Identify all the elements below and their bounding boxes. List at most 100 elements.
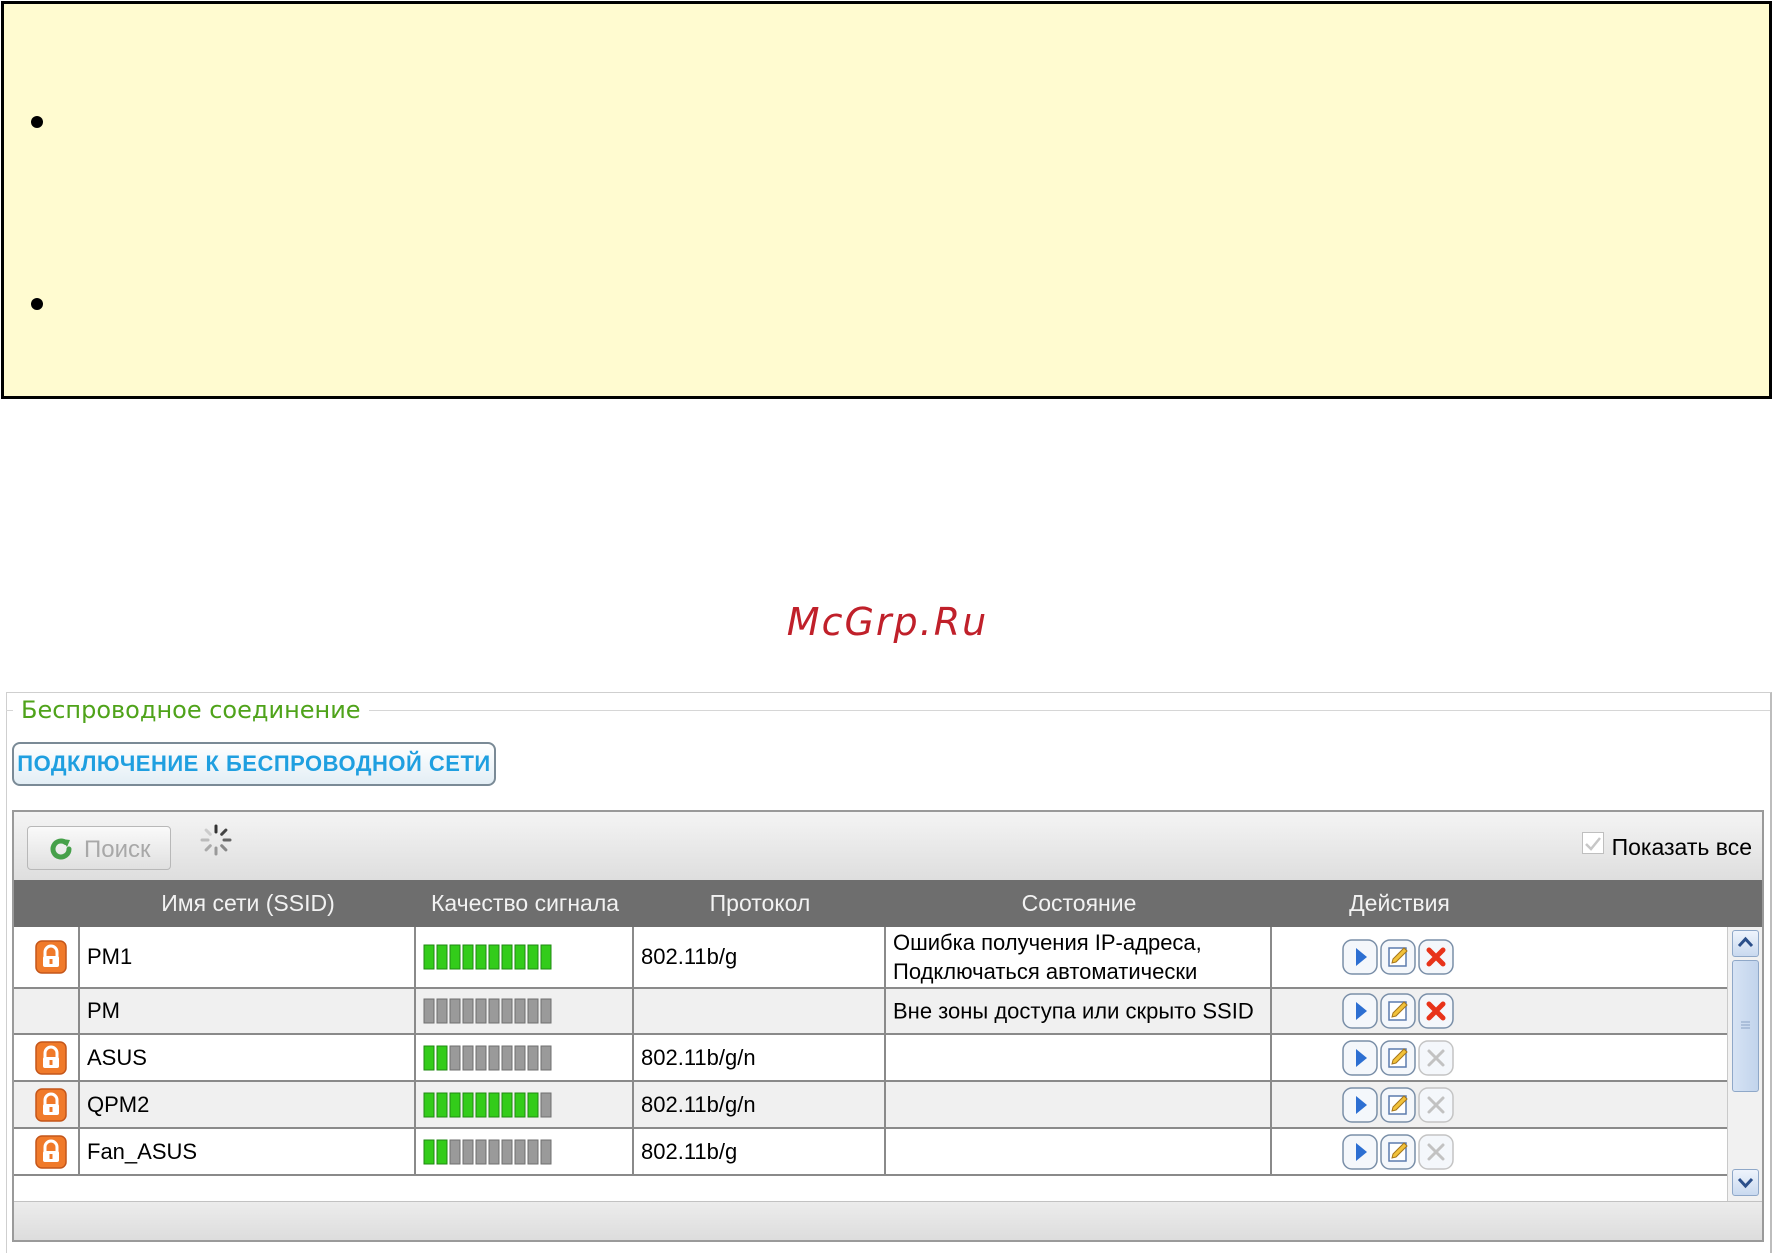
scroll-down-button[interactable] bbox=[1732, 1169, 1759, 1196]
state-text: Ошибка получения IP-адреса, Подключаться … bbox=[893, 928, 1202, 986]
table-row[interactable]: PM1 802.11b/g Ошибка получения IP-адреса, П… bbox=[14, 927, 1727, 989]
column-header-signal[interactable]: Качество сигнала bbox=[416, 880, 634, 927]
scroll-up-button[interactable] bbox=[1732, 930, 1759, 957]
lock-icon bbox=[35, 1134, 67, 1169]
actions-cell bbox=[1272, 1035, 1527, 1080]
scroll-thumb[interactable] bbox=[1732, 960, 1759, 1092]
protocol-text: 802.11b/g bbox=[641, 1138, 738, 1164]
edit-icon[interactable] bbox=[1380, 1086, 1416, 1123]
signal-bar bbox=[475, 944, 487, 970]
ssid-cell: Fan_ASUS bbox=[80, 1129, 416, 1174]
play-icon[interactable] bbox=[1342, 1039, 1378, 1076]
signal-bar bbox=[423, 998, 435, 1024]
signal-bar bbox=[514, 1139, 526, 1164]
signal-bar bbox=[527, 1092, 539, 1117]
lock-cell bbox=[14, 1082, 80, 1127]
signal-cell bbox=[416, 1082, 634, 1127]
column-header-protocol[interactable]: Протокол bbox=[634, 880, 886, 927]
delete-icon[interactable] bbox=[1418, 993, 1454, 1029]
column-header-actions: Действия bbox=[1349, 890, 1450, 916]
signal-meter bbox=[423, 1045, 552, 1070]
column-header-state[interactable]: Состояние bbox=[886, 880, 1272, 927]
signal-bar bbox=[501, 1139, 513, 1164]
signal-bar bbox=[514, 1092, 526, 1117]
protocol-text: 802.11b/g bbox=[641, 944, 738, 969]
signal-bar bbox=[436, 1045, 448, 1070]
signal-bar bbox=[540, 998, 552, 1024]
lock-cell bbox=[14, 1035, 80, 1080]
state-cell bbox=[886, 1035, 1272, 1080]
signal-bar bbox=[488, 998, 500, 1024]
signal-bar bbox=[475, 1045, 487, 1070]
lock-cell bbox=[14, 927, 80, 987]
checkmark-icon bbox=[1584, 837, 1601, 851]
chevron-up-icon bbox=[1737, 936, 1754, 948]
signal-bar bbox=[514, 998, 526, 1024]
edit-icon[interactable] bbox=[1380, 1039, 1416, 1076]
protocol-cell bbox=[634, 989, 886, 1033]
vertical-scrollbar[interactable] bbox=[1727, 927, 1762, 1201]
signal-bar bbox=[436, 1092, 448, 1117]
ssid-cell: ASUS bbox=[80, 1035, 416, 1080]
signal-bar bbox=[488, 1045, 500, 1070]
signal-meter bbox=[423, 998, 552, 1024]
signal-bar bbox=[501, 1045, 513, 1070]
signal-meter bbox=[423, 1139, 552, 1164]
show-all-option[interactable]: Показать все bbox=[1581, 832, 1752, 862]
play-icon[interactable] bbox=[1342, 939, 1378, 975]
state-line: Вне зоны доступа или скрыто SSID bbox=[893, 998, 1254, 1024]
protocol-cell: 802.11b/g bbox=[634, 927, 886, 987]
show-all-label: Показать все bbox=[1611, 833, 1752, 860]
state-cell bbox=[886, 1082, 1272, 1127]
table-row[interactable]: Fan_ASUS 802.11b/g bbox=[14, 1129, 1727, 1176]
actions-cell bbox=[1272, 927, 1527, 987]
edit-icon[interactable] bbox=[1380, 993, 1416, 1029]
ssid-text: PM1 bbox=[87, 944, 133, 969]
show-all-checkbox[interactable] bbox=[1581, 832, 1604, 854]
grid-footer bbox=[14, 1201, 1762, 1240]
signal-bar bbox=[462, 1139, 474, 1164]
protocol-cell: 802.11b/g bbox=[634, 1129, 886, 1174]
signal-bar bbox=[488, 944, 500, 970]
signal-bar bbox=[527, 944, 539, 970]
play-icon[interactable] bbox=[1342, 993, 1378, 1029]
play-icon[interactable] bbox=[1342, 1086, 1378, 1123]
bullet-marker-2 bbox=[31, 298, 43, 310]
panel-legend: Беспроводное соединение bbox=[13, 696, 369, 724]
table-row[interactable]: QPM2 802.11b/g/n bbox=[14, 1082, 1727, 1129]
table-row[interactable]: ASUS 802.11b/g/n bbox=[14, 1035, 1727, 1082]
connect-wireless-button[interactable]: ПОДКЛЮЧЕНИЕ К БЕСПРОВОДНОЙ СЕТИ bbox=[12, 742, 496, 786]
signal-bar bbox=[540, 1092, 552, 1117]
ssid-text: ASUS bbox=[87, 1044, 147, 1070]
signal-bar bbox=[475, 998, 487, 1024]
signal-bar bbox=[449, 998, 461, 1024]
signal-cell bbox=[416, 1035, 634, 1080]
delete-icon[interactable] bbox=[1418, 939, 1454, 975]
table-row[interactable]: PM Вне зоны доступа или скрыто SSID bbox=[14, 989, 1727, 1035]
grip-icon bbox=[1741, 1021, 1750, 1029]
signal-bar bbox=[449, 1139, 461, 1164]
play-icon[interactable] bbox=[1342, 1133, 1378, 1170]
note-box bbox=[1, 1, 1772, 399]
delete-icon bbox=[1418, 1086, 1454, 1123]
state-line: Подключаться автоматически bbox=[893, 959, 1198, 984]
lock-icon bbox=[35, 1087, 67, 1122]
signal-bar bbox=[462, 1045, 474, 1070]
signal-bar bbox=[514, 1045, 526, 1070]
search-button[interactable]: Поиск bbox=[27, 826, 171, 870]
signal-bar bbox=[449, 1045, 461, 1070]
ssid-text: QPM2 bbox=[87, 1091, 150, 1117]
signal-bar bbox=[423, 1092, 435, 1117]
grid-toolbar: Поиск Показать все bbox=[14, 812, 1762, 880]
edit-icon[interactable] bbox=[1380, 1133, 1416, 1170]
signal-bar bbox=[527, 998, 539, 1024]
lock-icon bbox=[35, 1040, 67, 1075]
edit-icon[interactable] bbox=[1380, 939, 1416, 975]
refresh-icon bbox=[50, 838, 72, 860]
signal-bar bbox=[462, 944, 474, 970]
column-header-ssid[interactable]: Имя сети (SSID) bbox=[80, 880, 416, 927]
networks-grid: Поиск Показать все Имя сети (SSID) Качес… bbox=[12, 810, 1764, 1242]
delete-icon bbox=[1418, 1133, 1454, 1170]
ssid-text: PM bbox=[87, 998, 120, 1023]
ssid-cell: PM bbox=[80, 989, 416, 1033]
